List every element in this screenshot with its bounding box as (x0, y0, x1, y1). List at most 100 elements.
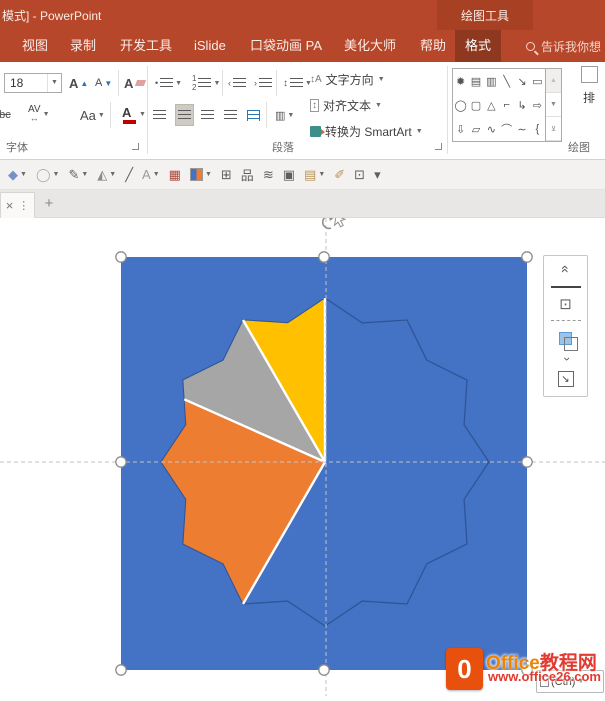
org-chart-button[interactable]: 品 (241, 165, 254, 184)
justify-button[interactable] (224, 105, 237, 125)
shape-effects-button[interactable]: ◭ ▼ (97, 167, 116, 183)
text-fill-icon: A (142, 167, 151, 182)
paste-button[interactable]: ▤ ▼ (304, 167, 325, 183)
font-dialog-launcher[interactable] (132, 143, 139, 150)
ribbon-tab-4[interactable]: 口袋动画 PA (240, 30, 332, 62)
character-spacing-button[interactable]: AV ↔ ▼ (28, 104, 50, 124)
watermark-url: www.office26.com (488, 669, 601, 684)
align-center-button[interactable] (175, 104, 194, 126)
text-fill-button[interactable]: A ▼ (142, 167, 160, 182)
distribute-text-button[interactable] (247, 105, 260, 125)
shape-rectangle-icon[interactable]: ▭ (530, 69, 545, 93)
shape-elbow-arrow-connector-icon[interactable]: ↳ (514, 93, 529, 117)
font-size-combo[interactable]: 18 ▼ (4, 73, 62, 93)
align-left-button[interactable] (153, 105, 166, 125)
shape-block-arrow-right-icon[interactable]: ⇨ (530, 93, 545, 117)
rotate-arrowhead-icon (328, 214, 335, 221)
more-commands-button[interactable]: ▾ (374, 167, 381, 183)
shape-block-arrow-down-icon[interactable]: ⇩ (453, 117, 468, 141)
gallery-scroll-up-icon[interactable]: ▲ (546, 69, 561, 93)
increase-arrow-icon: ▲ (80, 78, 89, 88)
ribbon-tab-6[interactable]: 帮助 (410, 30, 456, 62)
strikethrough-button-partial[interactable]: abc (0, 105, 11, 125)
clear-formatting-button[interactable]: A (124, 73, 147, 93)
shape-oval-icon[interactable]: ◯ (453, 93, 468, 117)
theme-colors-button[interactable]: ▼ (189, 168, 212, 181)
bullets-button[interactable]: • ▼ (155, 73, 182, 93)
text-box-button[interactable]: ▣ (283, 167, 295, 183)
convert-smartart-button[interactable]: 转换为 SmartArt ▼ (310, 123, 423, 140)
shape-freeform-icon[interactable]: ▱ (468, 117, 483, 141)
selection-handle[interactable] (115, 251, 127, 263)
line-spacing-button[interactable]: ↕ ▼ (283, 73, 312, 93)
shape-text-box-vertical-icon[interactable]: ▥ (484, 69, 499, 93)
shape-rounded-rectangle-icon[interactable]: ▢ (468, 93, 483, 117)
panel-expand-button[interactable]: ‹ (544, 351, 587, 367)
decrease-indent-button[interactable]: ‹ (228, 73, 246, 93)
shape-arc-icon[interactable]: ⌒ (499, 117, 514, 141)
font-size-dropdown-icon[interactable]: ▼ (47, 74, 61, 92)
ribbon-tab-0[interactable]: 视图 (12, 30, 58, 62)
gallery-scroll-down-icon[interactable]: ▼ (546, 93, 561, 117)
align-right-button[interactable] (201, 105, 214, 125)
new-tab-button[interactable]: + (40, 194, 58, 214)
change-shape-button[interactable]: ✎ ▼ (68, 167, 88, 183)
shape-left-brace-icon[interactable]: { (530, 117, 545, 141)
numbering-button[interactable]: 1 2 ▼ (192, 73, 220, 93)
increase-font-size-button[interactable]: A ▲ (69, 73, 88, 93)
font-color-button[interactable]: A ▼ (122, 104, 146, 124)
shape-outline-button[interactable]: ◯ ▼ (36, 167, 60, 183)
shape-text-box-horizontal-icon[interactable]: ▤ (468, 69, 483, 93)
selection-handle[interactable] (115, 664, 127, 676)
shape-curve-icon[interactable]: ∼ (514, 117, 529, 141)
increase-indent-button[interactable]: › (254, 73, 272, 93)
text-effects-button[interactable]: ≋ (263, 167, 274, 183)
shape-triangle-icon[interactable]: △ (484, 93, 499, 117)
selection-handle[interactable] (115, 456, 127, 468)
change-shape-icon: ✎ (68, 166, 80, 182)
slide-canvas[interactable]: « ⊡ ‹ ↘ (Ctrl) ▼ 0 Office教程网 www.office2… (0, 214, 605, 696)
tab-menu-icon[interactable]: ⋮ (18, 199, 29, 212)
align-text-button[interactable]: ↕ 对齐文本 ▼ (310, 97, 382, 114)
eyedropper-button[interactable]: ╱ (125, 167, 133, 183)
text-direction-button[interactable]: ↕A 文字方向 ▼ (310, 71, 385, 88)
layers-button[interactable] (544, 325, 587, 351)
shape-elbow-connector-icon[interactable]: ⌐ (499, 93, 514, 117)
ribbon-tab-5[interactable]: 美化大师 (334, 30, 406, 62)
title-bar: 绘图工具 模式] - PowerPoint (0, 0, 605, 30)
selection-handle[interactable] (521, 456, 533, 468)
selection-handle[interactable] (318, 251, 330, 263)
shape-scribble-icon[interactable]: ∿ (484, 117, 499, 141)
align-distribute-button[interactable]: ⊞ (221, 167, 232, 183)
change-case-button[interactable]: Aa ▼ (80, 105, 105, 125)
shape-arrow-icon[interactable]: ↘ (514, 69, 529, 93)
center-position-button[interactable]: ⊡ (544, 292, 587, 316)
gallery-more-icon[interactable]: ⊻ (546, 117, 561, 141)
resize-button[interactable]: ↘ (544, 367, 587, 391)
selection-handle[interactable] (521, 251, 533, 263)
shape-fill-button[interactable]: ◆ ▼ (8, 167, 27, 183)
decrease-font-size-button[interactable]: A ▼ (95, 73, 112, 93)
selection-handle[interactable] (318, 664, 330, 676)
document-tab[interactable]: × ⋮ (0, 192, 35, 218)
ribbon-tab-2[interactable]: 开发工具 (110, 30, 182, 62)
close-tab-icon[interactable]: × (6, 198, 14, 213)
ribbon-tab-3[interactable]: iSlide (184, 30, 236, 62)
ribbon-tab-1[interactable]: 录制 (60, 30, 106, 62)
fit-to-window-button[interactable]: ⊡ (354, 167, 365, 183)
character-grid-button[interactable]: ▦ (169, 167, 181, 183)
ribbon-tab-format-active[interactable]: 格式 (455, 30, 502, 62)
shape-star-12-point-icon[interactable]: ✹ (453, 69, 468, 93)
floating-tools-panel: « ⊡ ‹ ↘ (543, 255, 588, 397)
paragraph-dialog-launcher[interactable] (435, 143, 442, 150)
shapes-gallery: ✹ ▤ ▥ ╲ ↘ ▭ ◯ ▢ △ ⌐ ↳ ⇨ ⇩ ▱ ∿ ⌒ ∼{ (452, 68, 546, 142)
drawing-group-label: 绘图 (568, 142, 590, 154)
shape-line-icon[interactable]: ╲ (499, 69, 514, 93)
panel-collapse-button[interactable]: « (544, 256, 587, 282)
tell-me-search[interactable]: 告诉我你想 (524, 30, 605, 62)
arrange-button[interactable]: 排 (573, 66, 605, 126)
smartart-icon (310, 126, 325, 137)
columns-button[interactable]: ▥ ▼ (275, 105, 294, 125)
more-commands-icon: ▾ (374, 166, 381, 182)
format-painter-button[interactable]: ✐ (334, 167, 345, 183)
